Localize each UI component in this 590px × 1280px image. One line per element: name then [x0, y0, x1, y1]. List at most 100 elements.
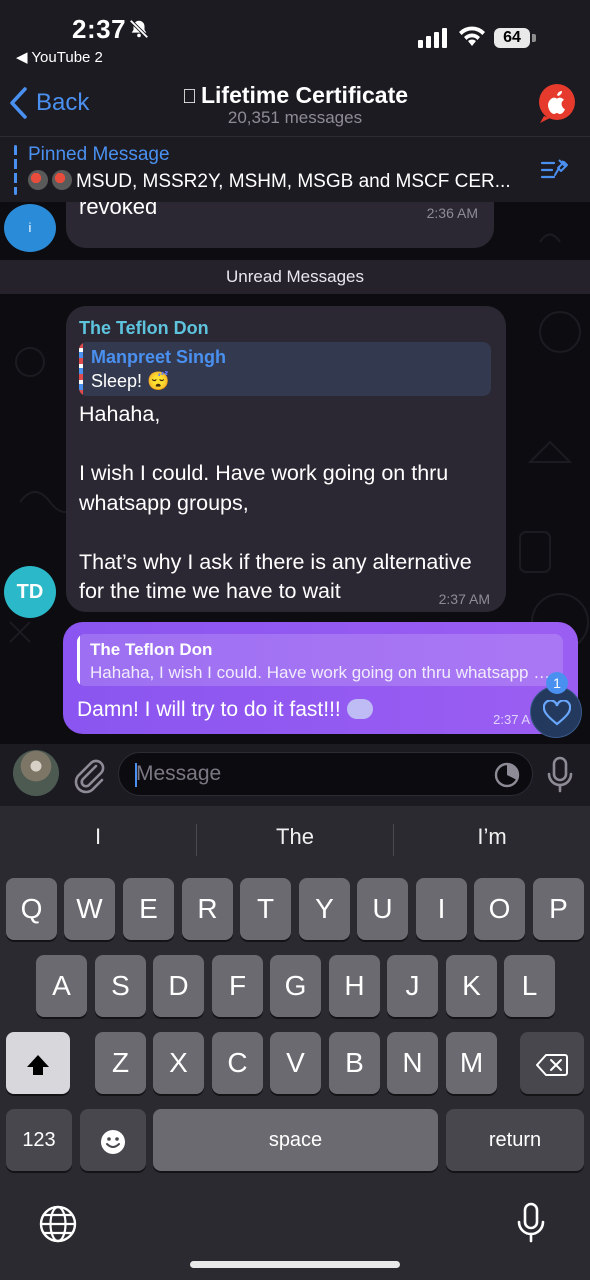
- key[interactable]: O: [474, 878, 525, 940]
- shift-key[interactable]: [6, 1032, 70, 1094]
- group-avatar[interactable]: [536, 82, 578, 124]
- message-text: Hahaha, I wish I could. Have work going …: [79, 402, 472, 603]
- message-text-row: Damn! I will try to do it fast!!!: [77, 698, 373, 722]
- suggestion-item[interactable]: The: [197, 824, 393, 850]
- chat-header: Back Lifetime Certificate 20,351 messag…: [0, 70, 590, 136]
- return-key[interactable]: return: [446, 1109, 584, 1171]
- reply-quote-name: The Teflon Don: [90, 640, 213, 659]
- paperclip-icon[interactable]: [72, 756, 106, 794]
- key[interactable]: J: [387, 955, 438, 1017]
- pinned-list-icon[interactable]: [540, 155, 570, 185]
- key[interactable]: P: [533, 878, 584, 940]
- key[interactable]: Q: [6, 878, 57, 940]
- apple-logo-icon: : [182, 86, 197, 108]
- reply-quote[interactable]: The Teflon Don Hahaha, I wish I could. H…: [77, 634, 563, 686]
- backspace-icon: [536, 1053, 568, 1076]
- delete-key[interactable]: [520, 1032, 584, 1094]
- key[interactable]: X: [153, 1032, 204, 1094]
- message-bubble-outgoing[interactable]: The Teflon Don Hahaha, I wish I could. H…: [63, 622, 578, 734]
- key[interactable]: H: [329, 955, 380, 1017]
- wifi-icon: [459, 26, 485, 46]
- shift-arrow-icon: [27, 1054, 49, 1075]
- emoji-key[interactable]: [80, 1109, 146, 1171]
- return-to-app-link[interactable]: ◀ YouTube 2: [16, 48, 103, 66]
- cellular-signal-icon: [418, 28, 447, 48]
- suggestion-bar: I The I’m: [0, 806, 590, 870]
- reaction-count-badge: 1: [546, 672, 568, 694]
- microphone-icon[interactable]: [546, 756, 574, 794]
- key[interactable]: A: [36, 955, 87, 1017]
- key[interactable]: F: [212, 955, 263, 1017]
- message-text: Damn! I will try to do it fast!!!: [77, 698, 341, 721]
- status-bar: 2:37 ◀ YouTube 2 64: [0, 0, 590, 70]
- sender-name[interactable]: The Teflon Don: [79, 318, 209, 339]
- message-input-field[interactable]: [118, 752, 533, 796]
- key[interactable]: R: [182, 878, 233, 940]
- timer-icon[interactable]: [493, 761, 521, 789]
- key[interactable]: D: [153, 955, 204, 1017]
- message-text: revoked: [79, 202, 158, 219]
- message-time: 2:37 AM: [438, 591, 490, 607]
- emoji-smile-icon: [101, 1129, 125, 1154]
- message-bubble-previous[interactable]: revoked 2:36 AM: [66, 202, 494, 248]
- back-button[interactable]: Back: [8, 86, 89, 120]
- reply-quote-name: Manpreet Singh: [91, 347, 227, 367]
- message-list[interactable]: i revoked 2:36 AM Unread Messages The Te…: [0, 202, 590, 744]
- heart-icon: [543, 700, 571, 726]
- home-indicator[interactable]: [190, 1261, 400, 1268]
- reply-quote-bar: [79, 342, 83, 396]
- reply-quote-text: Sleep! 😴: [91, 371, 170, 391]
- back-label: Back: [36, 89, 90, 116]
- key[interactable]: N: [387, 1032, 438, 1094]
- key[interactable]: M: [446, 1032, 497, 1094]
- key[interactable]: C: [212, 1032, 263, 1094]
- unread-messages-divider: Unread Messages: [0, 260, 590, 294]
- pinned-text: MSUD, MSSR2Y, MSHM, MSGB and MSCF CER...: [28, 170, 543, 193]
- key[interactable]: U: [357, 878, 408, 940]
- pinned-text-content: MSUD, MSSR2Y, MSHM, MSGB and MSCF CER...: [76, 171, 511, 192]
- key[interactable]: Y: [299, 878, 350, 940]
- key[interactable]: L: [504, 955, 555, 1017]
- key[interactable]: W: [64, 878, 115, 940]
- message-input[interactable]: [136, 753, 486, 795]
- message-bubble-incoming[interactable]: The Teflon Don Manpreet Singh Sleep! 😴 H…: [66, 306, 506, 612]
- key[interactable]: I: [416, 878, 467, 940]
- alien-emoji-icon: [28, 170, 48, 190]
- suggestion-item[interactable]: I: [0, 824, 196, 850]
- chat-title[interactable]: Lifetime Certificate: [150, 82, 440, 109]
- reply-quote[interactable]: Manpreet Singh Sleep! 😴: [79, 342, 491, 396]
- pinned-label: Pinned Message: [28, 144, 170, 165]
- space-key[interactable]: space: [153, 1109, 438, 1171]
- key[interactable]: K: [446, 955, 497, 1017]
- composer-bar: [0, 744, 590, 806]
- key[interactable]: B: [329, 1032, 380, 1094]
- key[interactable]: Z: [95, 1032, 146, 1094]
- pinned-message-bar[interactable]: Pinned Message MSUD, MSSR2Y, MSHM, MSGB …: [0, 136, 590, 202]
- key[interactable]: S: [95, 955, 146, 1017]
- pinned-indicator: [14, 145, 17, 195]
- sender-avatar[interactable]: TD: [4, 566, 56, 618]
- dash-emoji-icon: [346, 699, 373, 719]
- keyboard: I The I’m Q W E R T Y U I O P A S D F G …: [0, 806, 590, 1280]
- status-time: 2:37: [72, 14, 127, 44]
- globe-icon[interactable]: [38, 1204, 78, 1244]
- suggestion-item[interactable]: I’m: [394, 824, 590, 850]
- key[interactable]: V: [270, 1032, 321, 1094]
- key[interactable]: G: [270, 955, 321, 1017]
- dictation-mic-icon[interactable]: [516, 1202, 546, 1244]
- message-time: 2:37 A: [493, 712, 530, 727]
- sender-avatar-small[interactable]: i: [4, 204, 56, 252]
- battery-indicator: 64: [494, 28, 530, 48]
- battery-tip: [532, 34, 536, 42]
- alien-emoji-icon: [52, 170, 72, 190]
- reply-quote-text: Hahaha, I wish I could. Have work going …: [90, 663, 555, 682]
- send-as-avatar[interactable]: [13, 750, 59, 796]
- key[interactable]: T: [240, 878, 291, 940]
- chevron-left-icon: [10, 87, 27, 119]
- bell-muted-icon: [129, 19, 149, 39]
- message-time: 2:36 AM: [426, 205, 478, 221]
- reply-quote-bar: [77, 634, 80, 686]
- key[interactable]: E: [123, 878, 174, 940]
- message-count: 20,351 messages: [227, 108, 363, 127]
- numbers-key[interactable]: 123: [6, 1109, 72, 1171]
